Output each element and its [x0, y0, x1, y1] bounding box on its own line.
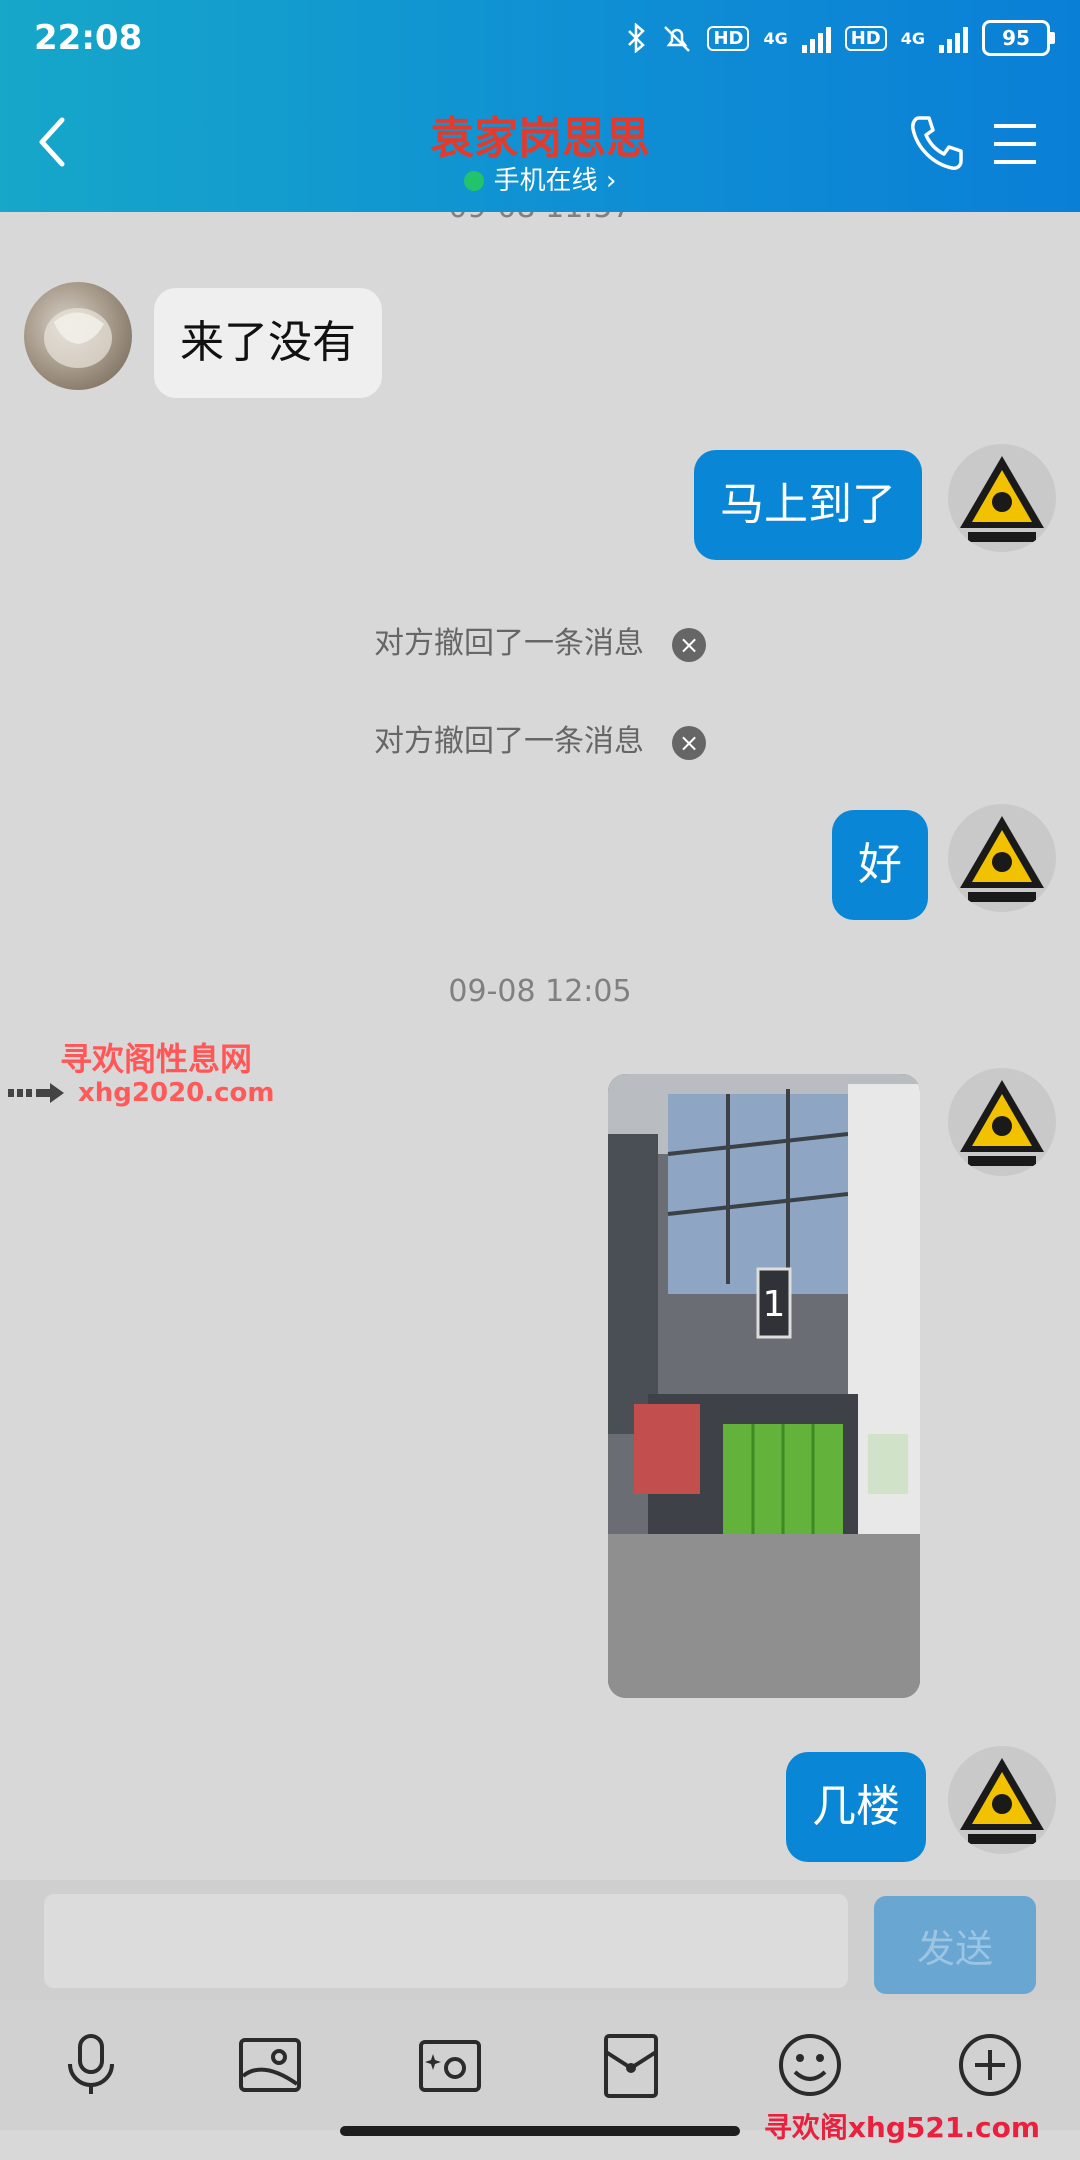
warning-sign-avatar: [960, 1758, 1044, 1844]
network-type: 4G: [900, 28, 925, 48]
emoji-icon[interactable]: [775, 2030, 845, 2100]
my-avatar[interactable]: [948, 1746, 1056, 1854]
send-button[interactable]: 发送: [874, 1896, 1036, 1994]
online-status-label: 手机在线: [493, 166, 598, 196]
building-photo: 1: [608, 1074, 920, 1698]
timestamp: 09-08 12:05: [448, 974, 632, 1009]
home-indicator[interactable]: [340, 2126, 740, 2136]
network-type: 4G: [763, 28, 788, 48]
signal-icon: [801, 23, 831, 53]
message-bubble-incoming[interactable]: 来了没有: [154, 288, 382, 398]
my-avatar[interactable]: [948, 444, 1056, 552]
online-dot: [463, 171, 484, 191]
battery-icon: 95: [982, 20, 1055, 56]
message-bubble-outgoing[interactable]: 马上到了: [694, 450, 922, 560]
red-packet-icon[interactable]: [596, 2030, 666, 2100]
message-input[interactable]: [44, 1894, 848, 1988]
hd-badge: HD: [844, 25, 887, 51]
image-icon[interactable]: [235, 2030, 305, 2100]
input-bar: 发送: [0, 1880, 1080, 2000]
chevron-right-icon: ›: [605, 166, 617, 196]
close-icon[interactable]: ×: [672, 627, 706, 662]
recall-notice: 对方撤回了一条消息 ×: [0, 618, 1080, 662]
bluetooth-icon: [628, 23, 646, 53]
watermark-text: 寻欢阁性息网: [60, 1040, 253, 1078]
timestamp: 09-08 11:57: [0, 212, 1080, 225]
watermark-footer: 寻欢阁xhg521.com: [763, 2111, 1040, 2144]
warning-sign-avatar: [960, 816, 1044, 902]
close-icon[interactable]: ×: [672, 725, 706, 760]
my-avatar[interactable]: [948, 804, 1056, 912]
recall-text: 对方撤回了一条消息: [374, 626, 644, 661]
watermark-url: xhg2020.com: [78, 1078, 275, 1108]
hd-badge: HD: [707, 25, 750, 51]
bell-muted-icon: [664, 26, 691, 52]
recall-text: 对方撤回了一条消息: [374, 724, 644, 759]
chat-header: 22:08 HD 4G HD 4G 95 袁家岗思思 手机在线 ›: [0, 0, 1080, 212]
status-time: 22:08: [34, 18, 143, 58]
status-icons: HD 4G HD 4G 95: [625, 20, 1055, 56]
peer-avatar[interactable]: [24, 282, 132, 390]
signal-icon: [939, 23, 968, 53]
message-bubble-outgoing[interactable]: 几楼: [786, 1752, 926, 1862]
message-list[interactable]: 09-08 11:57 来了没有 马上到了 对方撤回了一条消息 × 对方撤回了一条…: [0, 212, 1080, 1882]
plus-icon[interactable]: [955, 2030, 1025, 2100]
my-avatar[interactable]: [948, 1068, 1056, 1176]
peer-avatar-image: [44, 308, 112, 368]
arrow-right-icon: [8, 1083, 64, 1103]
message-bubble-outgoing[interactable]: 好: [832, 810, 928, 920]
image-message[interactable]: 1: [608, 1074, 920, 1698]
microphone-icon[interactable]: [56, 2030, 126, 2100]
warning-sign-avatar: [960, 456, 1044, 542]
camera-icon[interactable]: [415, 2030, 485, 2100]
menu-icon[interactable]: [990, 120, 1040, 168]
svg-text:1: 1: [763, 1284, 786, 1325]
warning-sign-avatar: [960, 1080, 1044, 1166]
watermark-overlay: 寻欢阁性息网 xhg2020.com: [8, 1034, 278, 1114]
recall-notice: 对方撤回了一条消息 ×: [0, 716, 1080, 760]
phone-icon[interactable]: [905, 112, 967, 174]
